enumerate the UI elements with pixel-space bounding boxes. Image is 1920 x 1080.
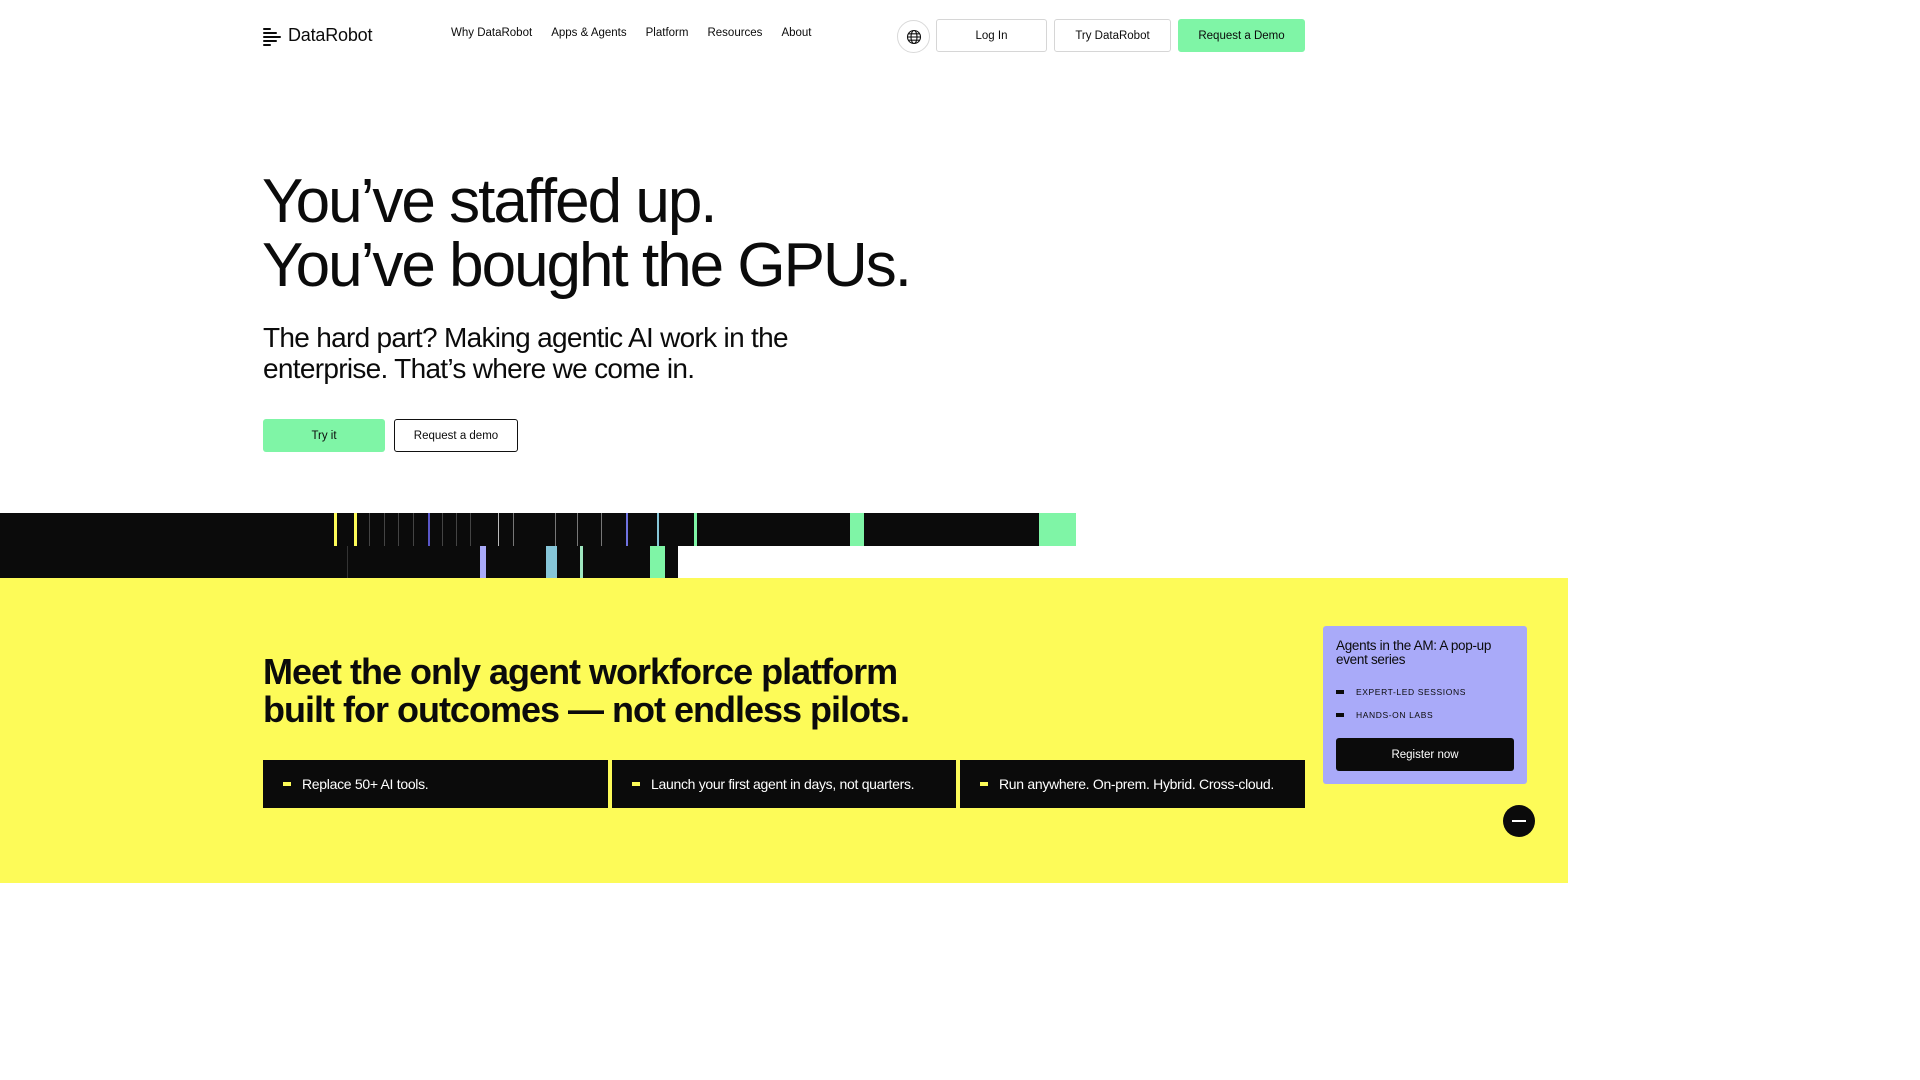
datarobot-logo-icon — [263, 26, 281, 46]
promo-item-text: EXPERT-LED SESSIONS — [1356, 687, 1466, 697]
bullet-icon — [1336, 690, 1344, 694]
decorative-bar-band-top — [0, 513, 1076, 546]
minus-icon — [1512, 820, 1526, 822]
promo-list-item: EXPERT-LED SESSIONS — [1336, 687, 1466, 697]
request-demo-button[interactable]: Request a Demo — [1178, 19, 1305, 52]
bullet-icon — [632, 782, 640, 786]
promo-title: Agents in the AM: A pop-up event series — [1336, 638, 1492, 667]
site-header: DataRobot Why DataRobot Apps & Agents Pl… — [0, 0, 1568, 72]
feature-card-text: Replace 50+ AI tools. — [302, 776, 429, 792]
nav-about[interactable]: About — [781, 27, 811, 39]
bullet-icon — [1336, 713, 1344, 717]
feature-card-text: Launch your first agent in days, not qua… — [651, 776, 915, 792]
try-datarobot-button[interactable]: Try DataRobot — [1054, 19, 1171, 52]
hero-subtitle: The hard part? Making agentic AI work in… — [263, 322, 789, 384]
language-button[interactable] — [897, 20, 930, 53]
bullet-icon — [283, 782, 291, 786]
event-promo-card: Agents in the AM: A pop-up event series … — [1323, 626, 1527, 784]
bullet-icon — [980, 782, 988, 786]
promo-list-item: HANDS-ON LABS — [1336, 710, 1433, 720]
register-now-button[interactable]: Register now — [1336, 738, 1514, 771]
hero-title-line-1: You’ve staffed up. — [262, 167, 718, 236]
main-nav: Why DataRobot Apps & Agents Platform Res… — [451, 27, 831, 39]
promo-item-text: HANDS-ON LABS — [1356, 710, 1434, 720]
hero-title: You’ve staffed up. You’ve bought the GPU… — [262, 167, 912, 300]
feature-card: Run anywhere. On-prem. Hybrid. Cross-clo… — [960, 760, 1305, 808]
feature-card: Replace 50+ AI tools. — [263, 760, 608, 808]
nav-why-datarobot[interactable]: Why DataRobot — [451, 27, 532, 39]
hero-title-line-2: You’ve bought the GPUs. — [262, 231, 912, 300]
collapse-promo-button[interactable] — [1503, 805, 1535, 837]
outcomes-title: Meet the only agent workforce platform b… — [263, 651, 910, 730]
nav-apps-agents[interactable]: Apps & Agents — [551, 27, 626, 39]
request-a-demo-button[interactable]: Request a demo — [394, 419, 518, 452]
login-button[interactable]: Log In — [936, 19, 1047, 52]
nav-platform[interactable]: Platform — [646, 27, 689, 39]
decorative-bar-band-bottom — [0, 546, 678, 578]
try-it-button[interactable]: Try it — [263, 419, 385, 452]
logo[interactable]: DataRobot — [263, 25, 372, 46]
logo-text: DataRobot — [288, 25, 373, 45]
feature-card-text: Run anywhere. On-prem. Hybrid. Cross-clo… — [999, 776, 1274, 792]
nav-resources[interactable]: Resources — [707, 27, 762, 39]
globe-icon — [906, 29, 921, 44]
feature-card: Launch your first agent in days, not qua… — [612, 760, 956, 808]
